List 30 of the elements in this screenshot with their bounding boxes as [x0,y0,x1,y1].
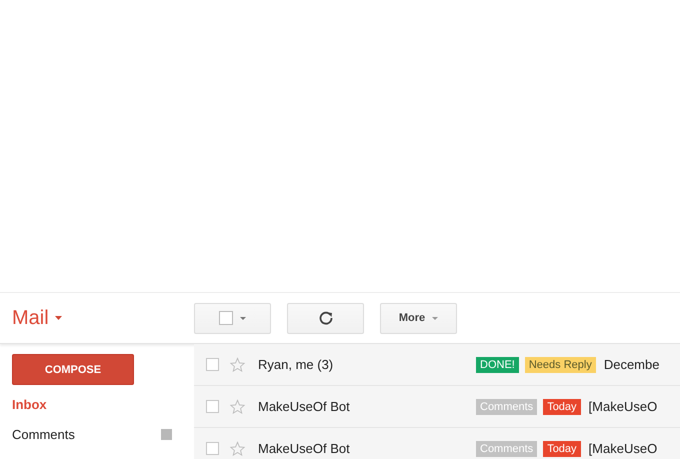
refresh-button[interactable] [287,302,364,334]
sender-name: MakeUseOf Bot [258,399,351,414]
checkbox[interactable] [206,358,219,371]
checkbox[interactable] [206,442,219,455]
sidebar-item[interactable]: Inbox [12,394,182,415]
mail-title[interactable]: Mail [12,306,49,330]
caret-icon [240,316,246,320]
label-tag: Today [543,398,581,414]
label-tag: DONE! [476,356,519,372]
subject-text: Decembe [604,357,660,372]
label-tag: Today [543,440,581,456]
checkbox-icon [219,311,233,325]
sidebar-item[interactable]: Comments [12,424,182,445]
star-icon[interactable] [229,356,246,372]
caret-icon [432,316,438,320]
label-tag: Comments [476,398,538,414]
compose-button[interactable]: COMPOSE [12,354,134,385]
subject-text: [MakeUseO [588,441,658,456]
label-tag: Needs Reply [524,356,596,372]
more-button[interactable]: More [380,302,457,334]
caret-icon[interactable] [54,316,62,320]
star-icon[interactable] [229,440,246,456]
subject-text: [MakeUseO [588,399,658,414]
star-icon[interactable] [229,398,246,414]
sender-name: MakeUseOf Bot [258,441,351,456]
refresh-icon [318,310,334,326]
sender-name: Ryan, me (3) [258,357,334,372]
label-tag: Comments [476,440,538,456]
select-button[interactable] [194,302,271,334]
checkbox[interactable] [206,400,219,413]
